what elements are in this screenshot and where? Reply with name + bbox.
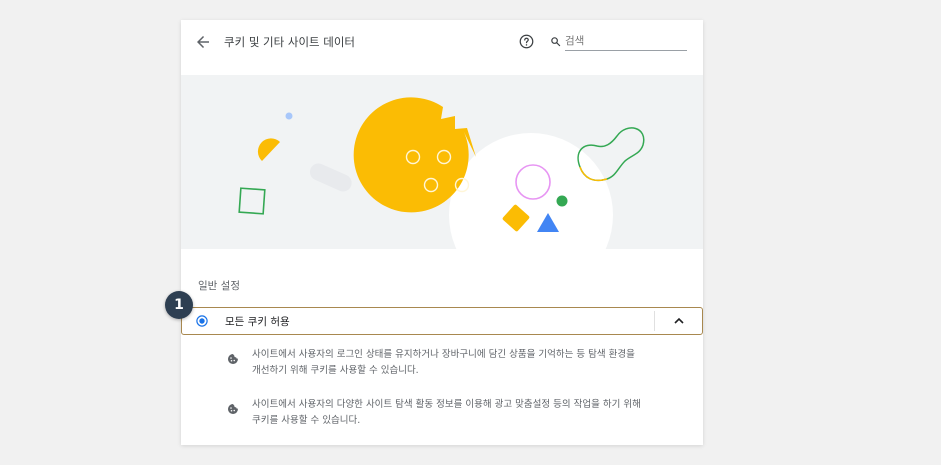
- chevron-up-icon[interactable]: [673, 316, 685, 326]
- blue-dot-shape: [285, 112, 293, 120]
- page-header: 쿠키 및 기타 사이트 데이터: [181, 20, 703, 75]
- cookie-illustration: [181, 75, 703, 249]
- description-text: 사이트에서 사용자의 다양한 사이트 탐색 활동 정보를 이용해 광고 맞춤설정…: [252, 397, 672, 429]
- radio-selected-icon[interactable]: [196, 315, 208, 327]
- description-line: 사이트에서 사용자의 다양한 사이트 탐색 활동 정보를 이용해 광고 맞춤설정…: [252, 399, 641, 410]
- description-text: 사이트에서 사용자의 로그인 상태를 유지하거나 장바구니에 담긴 상품을 기억…: [252, 347, 672, 379]
- yellow-half-circle-shape: [257, 138, 280, 161]
- page-title: 쿠키 및 기타 사이트 데이터: [224, 35, 356, 49]
- back-arrow-icon[interactable]: [194, 33, 212, 51]
- allow-all-cookies-option[interactable]: 모든 쿠키 허용: [181, 307, 703, 335]
- green-dot-shape: [556, 195, 568, 207]
- green-square-shape: [238, 187, 266, 215]
- section-label: 일반 설정: [198, 280, 240, 292]
- step-callout-badge: 1: [165, 291, 193, 319]
- cookie-settings-panel: 쿠키 및 기타 사이트 데이터 일반 설정: [181, 20, 703, 445]
- help-icon[interactable]: [519, 34, 534, 49]
- cookie-icon: [227, 404, 238, 415]
- option-label: 모든 쿠키 허용: [225, 316, 290, 328]
- description-line: 개선하기 위해 쿠키를 사용할 수 있습니다.: [252, 365, 419, 376]
- cookie-icon: [227, 354, 238, 365]
- divider: [654, 311, 655, 331]
- search-icon: [551, 37, 561, 47]
- search-input[interactable]: [565, 32, 687, 51]
- description-line: 사이트에서 사용자의 로그인 상태를 유지하거나 장바구니에 담긴 상품을 기억…: [252, 349, 635, 360]
- gray-pill-shape: [309, 163, 352, 192]
- description-line: 쿠키를 사용할 수 있습니다.: [252, 415, 361, 426]
